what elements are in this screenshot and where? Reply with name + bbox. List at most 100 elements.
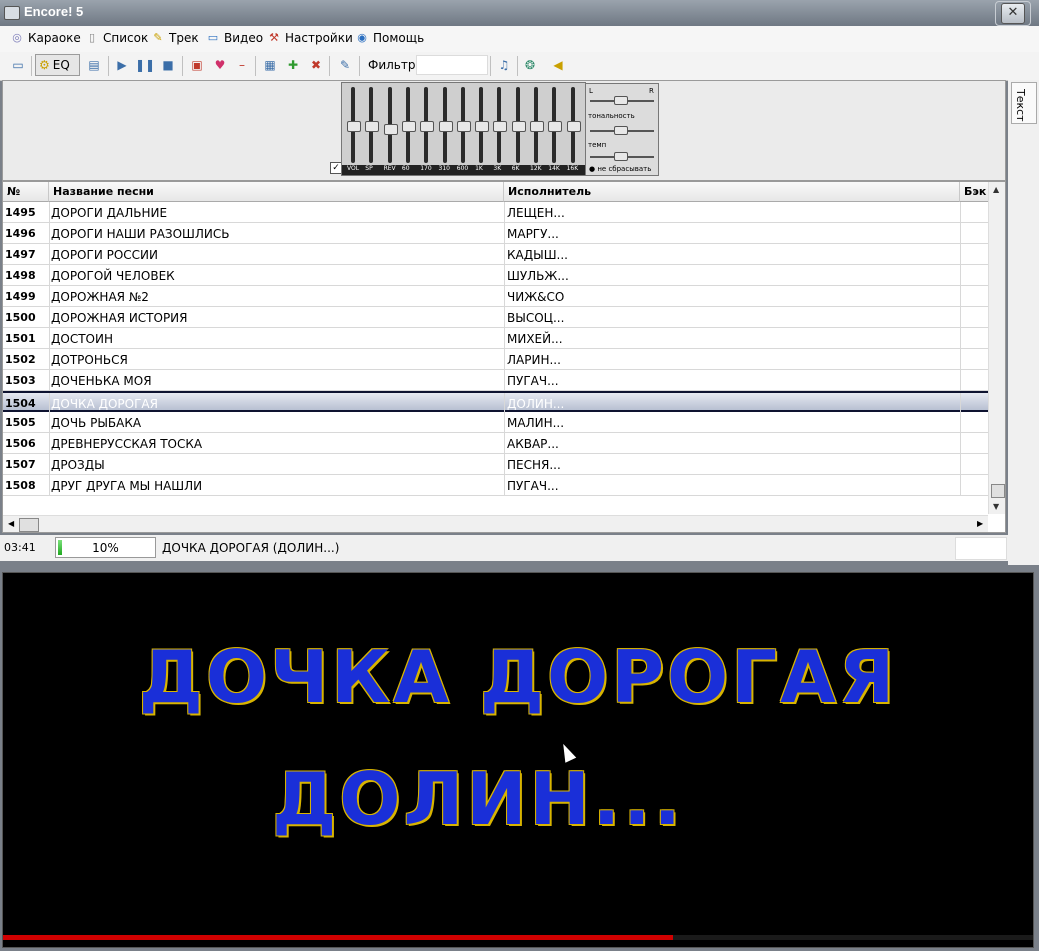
tone-slider[interactable] xyxy=(614,126,628,135)
row-number: 1506 xyxy=(5,437,36,450)
playlist-button[interactable]: ▣ xyxy=(187,55,207,75)
tempo-slider[interactable] xyxy=(614,152,628,161)
column-divider xyxy=(504,328,505,349)
eq-slider[interactable] xyxy=(401,87,416,163)
eq-slider-knob[interactable] xyxy=(548,120,563,132)
horizontal-scroll-thumb[interactable] xyxy=(19,518,39,532)
eq-slider-knob[interactable] xyxy=(365,120,380,132)
row-artist: ЛЕЩЕН... xyxy=(507,206,565,220)
table-row[interactable]: 1497 ДОРОГИ РОССИИ КАДЫШ... xyxy=(3,244,989,265)
eq-slider[interactable] xyxy=(547,87,563,163)
eq-band-label: 12K xyxy=(530,165,542,172)
text-tab[interactable]: Текст xyxy=(1011,82,1037,124)
menu-karaoke[interactable]: ◎ Караоке xyxy=(10,31,81,45)
eq-slider-knob[interactable] xyxy=(456,120,471,132)
eq-slider-knob[interactable] xyxy=(511,120,526,132)
favorite-button[interactable]: ♥ xyxy=(210,55,230,75)
eq-toggle-button[interactable]: ⚙ EQ xyxy=(35,54,80,76)
edit-button[interactable]: ✎ xyxy=(335,55,355,75)
menu-help[interactable]: ◉ Помощь xyxy=(355,31,424,45)
eq-slider[interactable] xyxy=(419,87,435,163)
close-button[interactable]: ✕ xyxy=(1001,3,1025,24)
table-row[interactable]: 1503 ДОЧЕНЬКА МОЯ ПУГАЧ... xyxy=(3,370,989,391)
column-header-back[interactable]: Бэк xyxy=(960,182,989,202)
eq-slider[interactable] xyxy=(346,87,361,163)
eq-slider-knob[interactable] xyxy=(438,120,453,132)
eq-slider[interactable] xyxy=(364,87,380,163)
eq-slider-knob[interactable] xyxy=(493,120,508,132)
table-row[interactable]: 1505 ДОЧЬ РЫБАКА МАЛИН... xyxy=(3,412,989,433)
karaoke-video-screen[interactable]: ДОЧКА ДОРОГАЯ ДОЛИН... xyxy=(2,572,1034,948)
table-row[interactable]: 1507 ДРОЗДЫ ПЕСНЯ... xyxy=(3,454,989,475)
column-divider xyxy=(504,265,505,286)
table-row[interactable]: 1502 ДОТРОНЬСЯ ЛАРИН... xyxy=(3,349,989,370)
eq-slider[interactable] xyxy=(492,87,508,163)
eq-slider-knob[interactable] xyxy=(420,120,435,132)
column-header-num[interactable]: № xyxy=(3,182,49,202)
menu-track[interactable]: ✎ Трек xyxy=(151,31,198,45)
column-divider xyxy=(960,286,961,307)
globe-button[interactable]: ❂ xyxy=(520,55,540,75)
eq-slider[interactable] xyxy=(383,87,398,163)
row-song-title: ДРЕВНЕРУССКАЯ ТОСКА xyxy=(51,437,203,451)
menu-settings[interactable]: ⚒ Настройки xyxy=(267,31,353,45)
eq-slider-knob[interactable] xyxy=(566,120,581,132)
eq-slider-knob[interactable] xyxy=(475,120,490,132)
balance-slider[interactable] xyxy=(614,96,628,105)
save-button[interactable]: ▦ xyxy=(260,55,280,75)
filter-input[interactable] xyxy=(416,55,488,75)
table-row[interactable]: 1501 ДОСТОИН МИХЕЙ... xyxy=(3,328,989,349)
eq-slider[interactable] xyxy=(511,87,526,163)
table-row[interactable]: 1496 ДОРОГИ НАШИ РАЗОШЛИСЬ МАРГУ... xyxy=(3,223,989,244)
scroll-left-icon[interactable]: ◀ xyxy=(8,519,14,528)
column-divider xyxy=(49,286,50,307)
add-button[interactable]: ✚ xyxy=(283,55,303,75)
column-divider xyxy=(960,202,961,223)
table-row[interactable]: 1498 ДОРОГОЙ ЧЕЛОВЕК ШУЛЬЖ... xyxy=(3,265,989,286)
song-table: № Название песни Исполнитель Бэк 1495 ДОР… xyxy=(2,181,1006,533)
eq-slider[interactable] xyxy=(456,87,471,163)
table-row[interactable]: 1508 ДРУГ ДРУГА МЫ НАШЛИ ПУГАЧ... xyxy=(3,475,989,496)
column-header-artist[interactable]: Исполнитель xyxy=(504,182,960,202)
table-row[interactable]: 1506 ДРЕВНЕРУССКАЯ ТОСКА АКВАР... xyxy=(3,433,989,454)
table-row[interactable]: 1504 ДОЧКА ДОРОГАЯ ДОЛИН... xyxy=(3,391,989,414)
column-header-song[interactable]: Название песни xyxy=(49,182,504,202)
pause-button[interactable]: ❚❚ xyxy=(135,55,155,75)
table-row[interactable]: 1499 ДОРОЖНАЯ №2 ЧИЖ&CO xyxy=(3,286,989,307)
row-song-title: ДОСТОИН xyxy=(51,332,113,346)
vertical-scrollbar[interactable]: ▲ ▼ xyxy=(988,182,1005,514)
delete-button[interactable]: ✖ xyxy=(306,55,326,75)
panel-button[interactable]: ▤ xyxy=(84,55,104,75)
vertical-scroll-thumb[interactable] xyxy=(991,484,1005,498)
scroll-up-icon[interactable]: ▲ xyxy=(993,185,999,194)
table-row[interactable]: 1495 ДОРОГИ ДАЛЬНИЕ ЛЕЩЕН... xyxy=(3,202,989,223)
eq-slider-knob[interactable] xyxy=(401,120,416,132)
play-button[interactable]: ▶ xyxy=(112,55,132,75)
scroll-down-icon[interactable]: ▼ xyxy=(993,502,999,511)
eq-labels-strip: VOL SP REV 60 170 310 600 1K 3K 6K 12K 14K 16K xyxy=(342,165,585,175)
column-divider xyxy=(960,454,961,475)
eq-slider[interactable] xyxy=(566,87,581,163)
no-reset-option[interactable]: ● не сбрасывать xyxy=(589,165,651,173)
table-row[interactable]: 1500 ДОРОЖНАЯ ИСТОРИЯ ВЫСОЦ... xyxy=(3,307,989,328)
volume-button[interactable]: ◀ xyxy=(548,55,568,75)
eq-slider[interactable] xyxy=(438,87,453,163)
eq-slider-knob[interactable] xyxy=(383,123,398,135)
horizontal-scrollbar[interactable]: ◀ ▶ xyxy=(3,515,988,532)
song-progress: 10% xyxy=(55,537,156,558)
menu-list[interactable]: ▯ Список xyxy=(85,31,148,45)
monitor-button[interactable]: ▭ xyxy=(8,55,28,75)
menu-bar: ◎ Караоке ▯ Список ✎ Трек ▭ Видео ⚒ Настройки… xyxy=(0,26,1039,52)
remove-button[interactable]: – xyxy=(232,55,252,75)
eq-slider[interactable] xyxy=(474,87,490,163)
stop-button[interactable]: ■ xyxy=(158,55,178,75)
menu-video[interactable]: ▭ Видео xyxy=(206,31,263,45)
row-song-title: ДОЧЕНЬКА МОЯ xyxy=(51,374,152,388)
status-bar: 03:41 10% ДОЧКА ДОРОГАЯ (ДОЛИН...) xyxy=(0,535,1008,561)
scroll-right-icon[interactable]: ▶ xyxy=(977,519,983,528)
eq-slider[interactable] xyxy=(529,87,544,163)
eq-slider-knob[interactable] xyxy=(347,120,361,132)
music-button[interactable]: ♫ xyxy=(494,55,514,75)
elapsed-time: 03:41 xyxy=(4,541,36,554)
eq-slider-knob[interactable] xyxy=(530,120,544,132)
